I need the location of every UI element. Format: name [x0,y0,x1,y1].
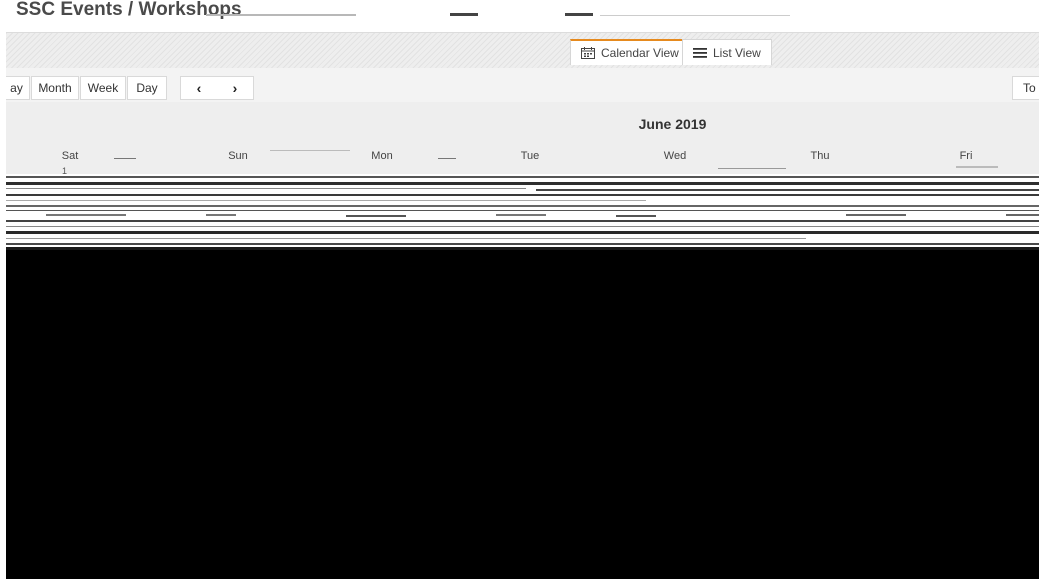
list-view-label: List View [713,45,761,60]
calendar-view-label: Calendar View [601,46,679,60]
header-glitch [956,166,998,168]
page-title: SSC Events / Workshops [16,0,242,20]
header-glitch [114,158,136,159]
today-right-button[interactable]: To [1012,76,1039,100]
date-nav: ‹ › [180,76,254,100]
month-view-button[interactable]: Month [31,76,79,100]
today-button[interactable]: ay [4,76,30,100]
calendar-page: SSC Events / Workshops Calendar View Lis… [0,0,1039,579]
weekday-tue: Tue [520,150,540,162]
title-glitch [565,13,593,16]
calendar-icon [581,47,595,59]
unrendered-area [6,250,1039,579]
title-glitch [450,13,478,16]
month-title: June 2019 [638,116,707,132]
header-glitch [718,168,786,169]
calendar-view-tab[interactable]: Calendar View [570,39,690,65]
weekday-sat: Sat [61,150,79,162]
weekday-wed: Wed [663,150,687,162]
prev-button[interactable]: ‹ [181,77,217,99]
title-glitch [600,15,790,16]
title-glitch [206,14,356,16]
header-glitch [438,158,456,159]
next-button[interactable]: › [217,77,253,99]
render-glitch-band [6,174,1039,250]
weekday-fri: Fri [959,150,973,162]
header-glitch [270,150,350,151]
weekday-sun: Sun [228,150,248,162]
day-view-button[interactable]: Day [127,76,167,100]
calendar-toolbar: ay Month Week Day ‹ › To [4,68,1039,102]
view-switcher-bar: Calendar View List View [6,32,1039,68]
weekday-thu: Thu [810,150,830,162]
week-view-button[interactable]: Week [80,76,126,100]
list-icon [693,47,707,59]
weekday-mon: Mon [371,150,393,162]
list-view-tab[interactable]: List View [682,39,772,65]
calendar-header: June 2019 Sat Sun Mon Tue Wed Thu Fri 1 [6,102,1039,176]
left-gutter [0,0,6,579]
